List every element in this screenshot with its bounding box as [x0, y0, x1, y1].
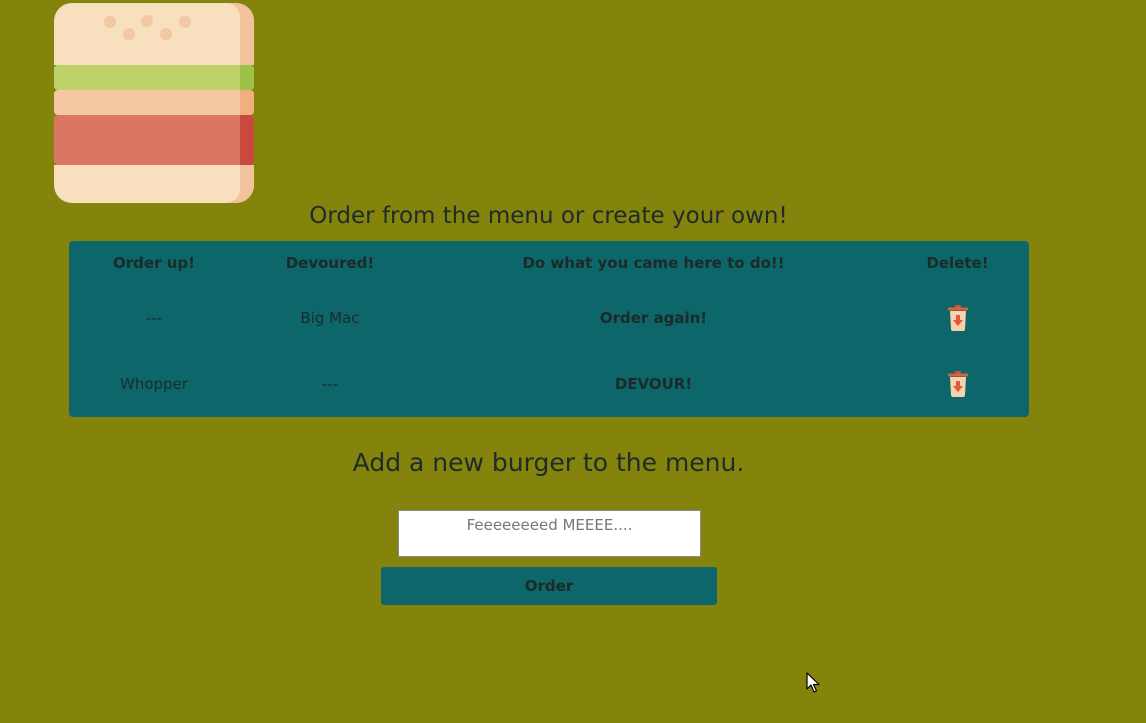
burger-menu-table: Order up! Devoured! Do what you came her…: [69, 241, 1029, 417]
table-row: Whopper --- DEVOUR!: [69, 351, 1029, 417]
devoured-cell: ---: [321, 375, 339, 393]
table-row: --- Big Mac Order again!: [69, 285, 1029, 351]
column-header-order-up: Order up!: [113, 254, 195, 272]
order-again-button[interactable]: Order again!: [421, 285, 886, 351]
burger-name-input[interactable]: [398, 510, 701, 557]
column-header-delete: Delete!: [926, 254, 989, 272]
mouse-cursor-icon: [806, 672, 820, 693]
column-header-action: Do what you came here to do!!: [522, 254, 785, 272]
devour-button[interactable]: DEVOUR!: [421, 351, 886, 417]
table-header-row: Order up! Devoured! Do what you came her…: [69, 241, 1029, 285]
devoured-cell: Big Mac: [300, 309, 360, 327]
add-burger-title: Add a new burger to the menu.: [352, 448, 745, 477]
burger-logo-icon: [54, 3, 254, 203]
trash-icon[interactable]: [947, 305, 969, 331]
delete-cell: [886, 285, 1029, 351]
page-title: Order from the menu or create your own!: [309, 203, 788, 229]
trash-icon[interactable]: [947, 371, 969, 397]
burger-menu-panel: Order up! Devoured! Do what you came her…: [69, 241, 1029, 417]
order-button[interactable]: Order: [381, 567, 717, 605]
order-up-cell: Whopper: [120, 375, 188, 393]
delete-cell: [886, 351, 1029, 417]
order-up-cell: ---: [145, 309, 163, 327]
column-header-devoured: Devoured!: [285, 254, 375, 272]
